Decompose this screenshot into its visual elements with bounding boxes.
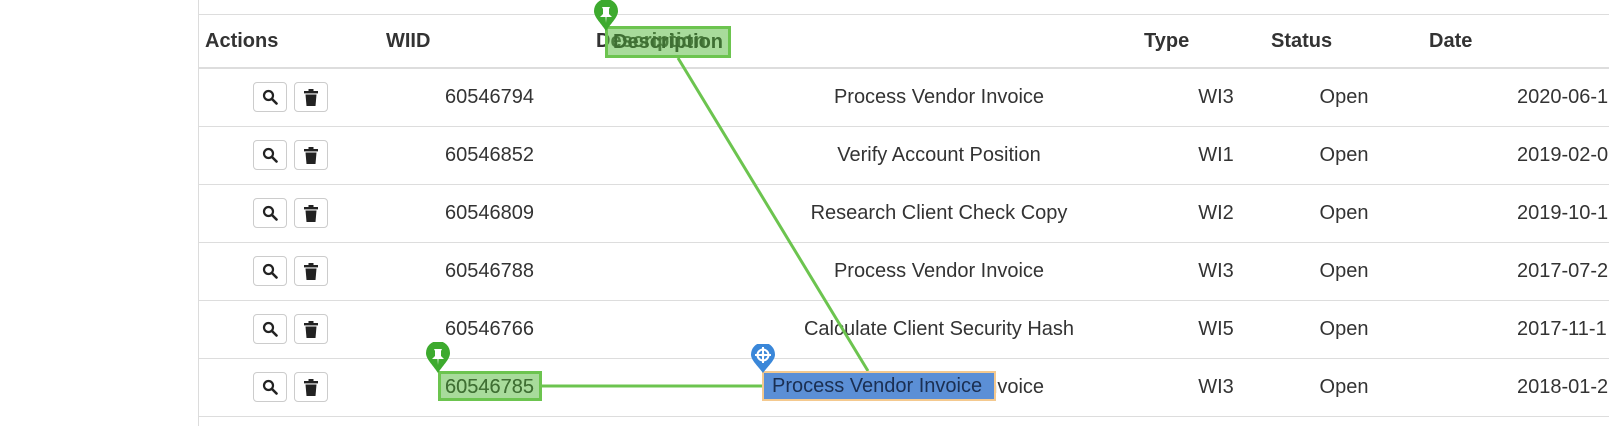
- wiid-anchor-highlight: 60546785: [438, 371, 542, 401]
- pin-icon: [423, 341, 453, 374]
- target-description-highlight: Process Vendor Invoice: [762, 371, 996, 401]
- connector-line-header-to-target: [676, 57, 870, 372]
- description-header-highlight: Description: [605, 26, 731, 58]
- pin-icon: [591, 0, 621, 32]
- target-description-highlight-label: Process Vendor Invoice: [772, 375, 983, 397]
- wiid-anchor-highlight-label: 60546785: [445, 376, 534, 398]
- annotation-connectors: [542, 57, 870, 388]
- description-header-highlight-label: Description: [613, 31, 724, 53]
- crosshair-target-icon: [749, 342, 777, 374]
